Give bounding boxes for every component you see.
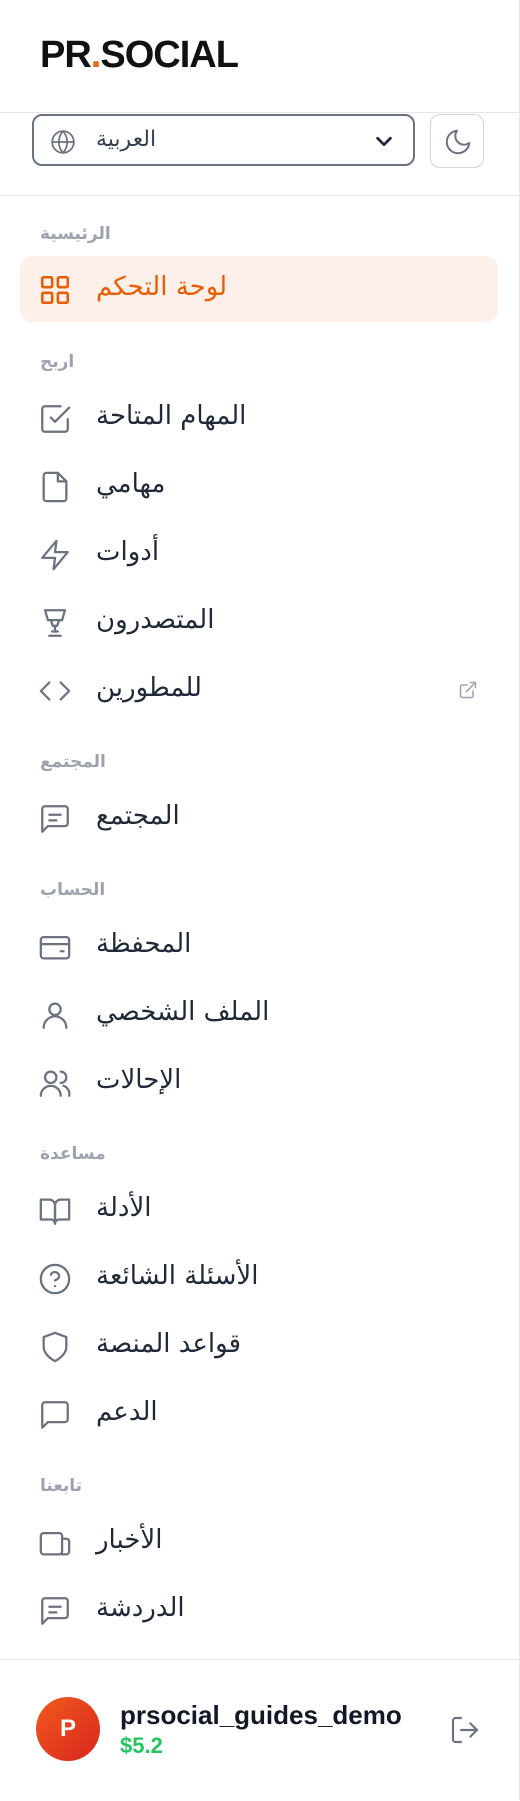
logout-icon[interactable]: [449, 1714, 481, 1746]
nav-item-label: قواعد المنصة: [96, 1329, 242, 1359]
nav-item-label: الأدلة: [96, 1193, 152, 1223]
nav-item-label: الأخبار: [96, 1525, 163, 1555]
nav-item-label: أدوات: [96, 537, 160, 567]
username: prsocial_guides_demo: [120, 1700, 402, 1730]
nav-item-support[interactable]: الدعم: [20, 1381, 498, 1447]
user-area: P prsocial_guides_demo $5.2: [0, 1659, 519, 1801]
help-circle-icon: [39, 1263, 71, 1295]
nav-item-label: الدردشة: [96, 1593, 185, 1623]
file-icon: [42, 471, 68, 503]
nav-item-referrals[interactable]: الإحالات: [20, 1049, 498, 1115]
nav-item-news[interactable]: الأخبار: [20, 1509, 498, 1575]
wallet-icon: [39, 935, 71, 960]
nav-item-label: المجتمع: [96, 801, 180, 831]
nav-item-available-tasks[interactable]: المهام المتاحة: [20, 385, 498, 451]
language-select[interactable]: العربية: [32, 114, 415, 166]
avatar[interactable]: P: [36, 1697, 100, 1761]
code-icon: [39, 681, 71, 701]
nav-item-chat[interactable]: الدردشة: [20, 1577, 498, 1643]
theme-toggle-button[interactable]: [430, 114, 484, 168]
nav-item-label: لوحة التحكم: [96, 272, 228, 302]
chevron-down-icon: [376, 136, 392, 147]
nav-item-tools[interactable]: أدوات: [20, 521, 498, 587]
section-label-follow: تابعنا: [40, 1476, 83, 1496]
nav-item-label: الملف الشخصي: [96, 997, 270, 1027]
message-square-icon: [41, 805, 69, 833]
nav-item-label: الإحالات: [96, 1065, 182, 1095]
nav-item-profile[interactable]: الملف الشخصي: [20, 981, 498, 1047]
nav-item-label: الدعم: [96, 1397, 158, 1427]
dashboard-grid-icon: [40, 275, 70, 305]
nav-item-faq[interactable]: الأسئلة الشائعة: [20, 1245, 498, 1311]
checkbox-icon: [41, 405, 71, 433]
section-label-help: مساعدة: [40, 1144, 106, 1164]
external-link-icon: [459, 681, 477, 699]
nav-item-label: للمطورين: [96, 673, 202, 703]
logo[interactable]: PR.SOCIAL: [40, 34, 239, 77]
nav-item-my-tasks[interactable]: مهامي: [20, 453, 498, 519]
logo-text-left: PR: [40, 34, 92, 76]
nav-item-community[interactable]: المجتمع: [20, 785, 498, 851]
nav-item-wallet[interactable]: المحفظة: [20, 913, 498, 979]
nav-item-label: المهام المتاحة: [96, 401, 247, 431]
nav-item-label: مهامي: [96, 469, 166, 499]
section-label-account: الحساب: [40, 880, 106, 900]
nav-item-label: الأسئلة الشائعة: [96, 1261, 259, 1291]
news-icon: [39, 1531, 71, 1556]
shield-icon: [42, 1331, 68, 1363]
sidebar: PR.SOCIAL العربية الرئيسية لوحة التحكم ا…: [0, 0, 520, 1800]
globe-icon: [51, 130, 75, 154]
book-icon: [39, 1198, 71, 1225]
nav-item-platform-rules[interactable]: قواعد المنصة: [20, 1313, 498, 1379]
language-select-value: العربية: [96, 127, 157, 152]
trophy-icon: [43, 609, 67, 637]
logo-bar: PR.SOCIAL: [0, 0, 519, 113]
logo-dot: .: [90, 34, 102, 76]
section-label-community: المجتمع: [40, 752, 106, 772]
moon-icon: [445, 129, 471, 155]
user-icon: [42, 1002, 68, 1029]
nav-item-guides[interactable]: الأدلة: [20, 1177, 498, 1243]
users-icon: [39, 1070, 71, 1097]
sidebar-controls: العربية: [0, 112, 519, 196]
nav-item-label: المحفظة: [96, 929, 192, 959]
nav-item-dashboard[interactable]: لوحة التحكم: [20, 256, 498, 322]
nav-item-label: المتصدرون: [96, 605, 215, 635]
message-square-icon: [41, 1597, 69, 1625]
lightning-icon: [41, 539, 69, 571]
nav-item-developers[interactable]: للمطورين: [20, 657, 498, 723]
logo-text-right: SOCIAL: [100, 34, 239, 76]
balance: $5.2: [120, 1733, 163, 1758]
chat-icon: [41, 1401, 69, 1429]
nav-item-leaderboard[interactable]: المتصدرون: [20, 589, 498, 655]
section-label-earn: اربح: [40, 352, 75, 372]
section-label-main: الرئيسية: [40, 224, 111, 244]
